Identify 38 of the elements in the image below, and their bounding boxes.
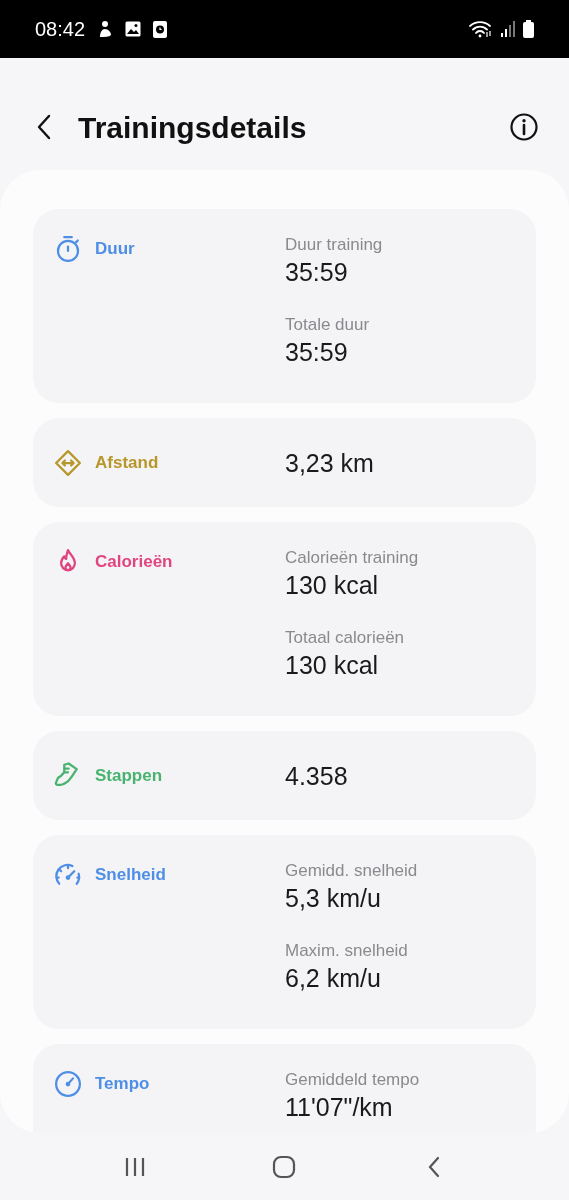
page-title: Trainingsdetails	[78, 109, 307, 146]
category-label: Snelheid	[95, 864, 166, 887]
distance-icon	[53, 447, 83, 478]
signal-icon	[501, 21, 515, 37]
metric-value: 11'07"/km	[285, 1092, 394, 1123]
metric-label: Calorieën training	[285, 547, 419, 569]
chevron-left-icon	[36, 114, 52, 140]
metric-label: Gemidd. snelheid	[285, 860, 418, 882]
category-label: Stappen	[95, 764, 163, 787]
gauge-icon	[53, 1069, 83, 1099]
category-label: Duur	[95, 238, 135, 261]
category-label: Tempo	[95, 1073, 150, 1096]
metric-label: Totale duur	[285, 314, 371, 336]
metric-label: Duur training	[285, 234, 383, 256]
status-time: 08:42	[35, 17, 86, 42]
metric-value: 3,23 km	[285, 447, 374, 479]
metric-value: 4.358	[285, 760, 348, 792]
metric-label: Gemiddeld tempo	[285, 1069, 420, 1091]
clock-icon	[153, 20, 168, 38]
metric-value: 5,3 km/u	[285, 883, 382, 914]
info-icon	[509, 112, 539, 142]
person-icon	[97, 20, 114, 38]
metric-value: 6,2 km/u	[285, 963, 382, 994]
metric-value: 130 kcal	[285, 570, 380, 601]
metric-label: Maxim. snelheid	[285, 940, 409, 962]
category-label: Calorieën	[95, 551, 173, 574]
metric-value: 130 kcal	[285, 650, 380, 681]
metric-value: 35:59	[285, 337, 349, 368]
chevron-left-icon	[427, 1155, 442, 1178]
home-icon	[272, 1154, 297, 1179]
metric-label: Totaal calorieën	[285, 627, 406, 649]
category-label: Afstand	[95, 451, 159, 474]
info-button[interactable]	[509, 112, 539, 142]
wifi-icon	[469, 20, 493, 38]
metric-value: 35:59	[285, 257, 349, 288]
recent-apps-icon	[123, 1156, 146, 1177]
battery-icon	[523, 20, 534, 38]
image-icon	[125, 21, 142, 37]
